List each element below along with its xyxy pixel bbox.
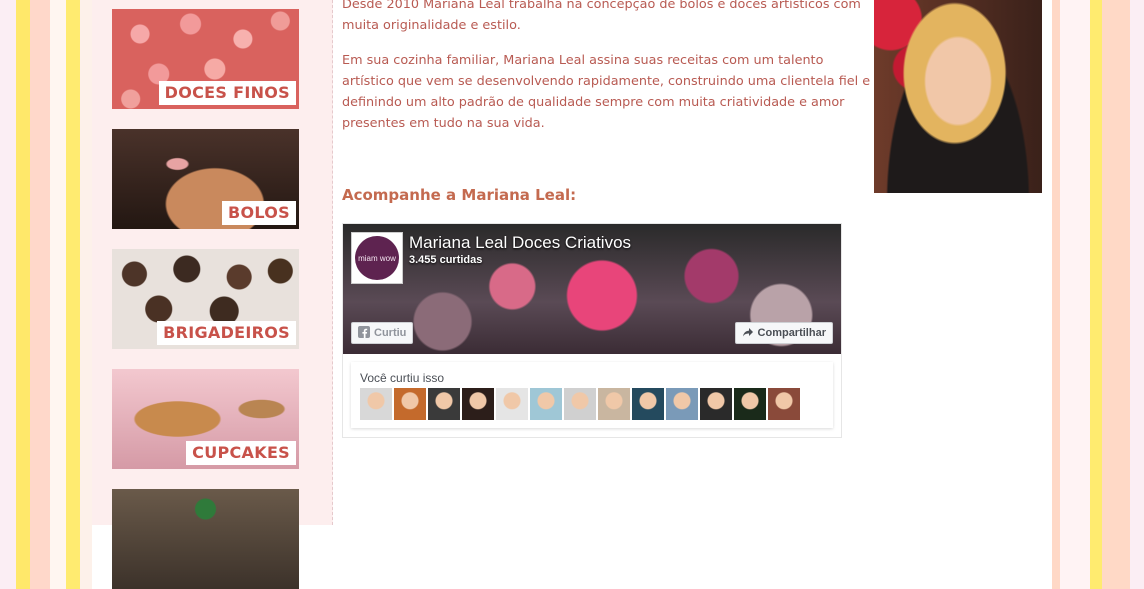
share-button-label: Compartilhar (757, 327, 826, 339)
friend-avatar[interactable] (768, 388, 800, 420)
page-logo-text: miam wow (355, 236, 399, 280)
friend-avatar[interactable] (462, 388, 494, 420)
friends-liked-title: Você curtiu isso (360, 371, 445, 385)
friend-avatar[interactable] (564, 388, 596, 420)
category-cupcakes[interactable]: CUPCAKES (112, 369, 299, 469)
friend-avatar[interactable] (666, 388, 698, 420)
category-label: CUPCAKES (186, 441, 296, 465)
friend-avatar[interactable] (496, 388, 528, 420)
category-next[interactable] (112, 489, 299, 589)
facebook-cover-photo[interactable]: miam wow Mariana Leal Doces Criativos 3.… (343, 224, 841, 354)
category-label: DOCES FINOS (158, 81, 296, 105)
facebook-share-button[interactable]: Compartilhar (734, 322, 833, 344)
facebook-like-count: 3.455 curtidas (409, 254, 483, 266)
friend-avatar[interactable] (734, 388, 766, 420)
intro-paragraph: Desde 2010 Mariana Leal trabalha na conc… (342, 0, 861, 33)
friend-avatar[interactable] (598, 388, 630, 420)
bio-paragraph: Em sua cozinha familiar, Mariana Leal as… (342, 53, 871, 131)
facebook-page-name[interactable]: Mariana Leal Doces Criativos (409, 233, 631, 253)
friend-avatar[interactable] (700, 388, 732, 420)
share-arrow-icon (742, 328, 753, 337)
facebook-f-icon (358, 326, 370, 338)
next-category-photo (112, 489, 299, 589)
facebook-like-button[interactable]: Curtiu (351, 322, 414, 344)
facebook-page-widget: miam wow Mariana Leal Doces Criativos 3.… (342, 223, 842, 438)
like-button-label: Curtiu (374, 327, 407, 339)
friend-avatars (360, 388, 800, 420)
category-doces-finos[interactable]: DOCES FINOS (112, 9, 299, 109)
mariana-leal-portrait (874, 0, 1042, 193)
friend-avatar[interactable] (360, 388, 392, 420)
category-brigadeiros[interactable]: BRIGADEIROS (112, 249, 299, 349)
category-label: BRIGADEIROS (157, 321, 296, 345)
facebook-page-logo[interactable]: miam wow (351, 232, 403, 284)
friend-avatar[interactable] (632, 388, 664, 420)
friend-avatar[interactable] (394, 388, 426, 420)
category-bolos[interactable]: BOLOS (112, 129, 299, 229)
friend-avatar[interactable] (428, 388, 460, 420)
category-label: BOLOS (221, 201, 296, 225)
friend-avatar[interactable] (530, 388, 562, 420)
follow-heading: Acompanhe a Mariana Leal: (342, 186, 577, 204)
friends-liked-panel: Você curtiu isso (351, 362, 833, 428)
